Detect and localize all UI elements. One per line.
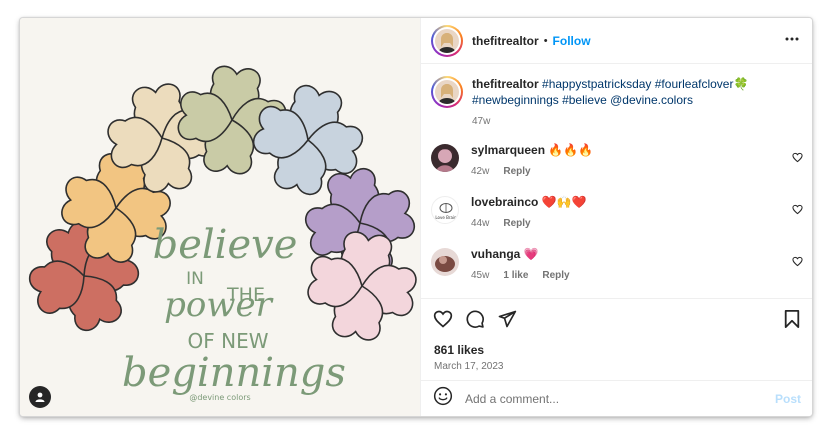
lovebrain-logo-text: Love Brain: [435, 215, 457, 220]
caption: thefitrealtor #happystpatricksday #fourl…: [431, 76, 803, 130]
reply-button[interactable]: Reply: [503, 216, 530, 232]
comment-text: 💗: [523, 247, 539, 261]
comment-icon[interactable]: [465, 309, 485, 334]
post-sidebar: thefitrealtor • Follow thefitrealtor #ha…: [420, 18, 812, 416]
comment-avatar[interactable]: [431, 248, 459, 276]
reply-button[interactable]: Reply: [542, 268, 569, 284]
bookmark-icon[interactable]: [783, 309, 801, 334]
separator-dot: •: [543, 34, 548, 47]
post-image[interactable]: believe IN THE power OF NEW beginnings @…: [20, 18, 420, 416]
comment-age[interactable]: 45w: [471, 268, 489, 284]
comment-item: vuhanga 💗 45w 1 like Reply: [431, 246, 803, 284]
comment-age[interactable]: 44w: [471, 216, 489, 232]
post-modal: believe IN THE power OF NEW beginnings @…: [20, 18, 812, 416]
caption-username[interactable]: thefitrealtor: [472, 77, 539, 91]
comment-item: sylmarqueen 🔥🔥🔥 42w Reply: [431, 142, 803, 180]
like-count[interactable]: 861 likes: [434, 343, 484, 357]
art-believe: believe: [153, 222, 298, 268]
comment-age[interactable]: 42w: [471, 164, 489, 180]
comment-item: Love Brain lovebrainco ❤️🙌❤️ 44w Reply: [431, 194, 803, 232]
comment-like-count[interactable]: 1 like: [503, 268, 528, 284]
share-icon[interactable]: [497, 309, 517, 334]
clover-artwork: believe IN THE power OF NEW beginnings @…: [20, 61, 420, 402]
caption-avatar[interactable]: [431, 76, 463, 108]
comment-text: ❤️🙌❤️: [541, 195, 587, 209]
comment-like-heart-icon[interactable]: [792, 150, 803, 168]
post-username[interactable]: thefitrealtor: [472, 34, 539, 48]
emoji-icon[interactable]: [433, 386, 453, 411]
comment-text: 🔥🔥🔥: [548, 143, 594, 157]
user-tag-icon[interactable]: [29, 386, 51, 408]
follow-button[interactable]: Follow: [553, 34, 591, 48]
reply-button[interactable]: Reply: [503, 164, 530, 180]
post-comment-button[interactable]: Post: [775, 392, 801, 406]
comment-username[interactable]: sylmarqueen: [471, 143, 545, 157]
heart-icon[interactable]: [433, 309, 453, 334]
post-header: thefitrealtor • Follow: [421, 18, 812, 64]
more-horizontal-icon[interactable]: [785, 32, 799, 51]
comment-input[interactable]: [465, 391, 765, 406]
comment-avatar[interactable]: Love Brain: [431, 196, 459, 224]
comment-avatar[interactable]: [431, 144, 459, 172]
comment-like-heart-icon[interactable]: [792, 254, 803, 272]
comment-like-heart-icon[interactable]: [792, 202, 803, 220]
post-date[interactable]: March 17, 2023: [434, 361, 504, 372]
caption-age[interactable]: 47w: [472, 114, 490, 130]
art-beginnings: beginnings: [122, 350, 346, 396]
art-power: power: [164, 285, 273, 325]
comment-username[interactable]: lovebrainco: [471, 195, 538, 209]
comment-username[interactable]: vuhanga: [471, 247, 520, 261]
comment-composer: Post: [421, 380, 812, 416]
avatar[interactable]: [431, 24, 463, 57]
art-credit: @devine colors: [189, 393, 250, 402]
